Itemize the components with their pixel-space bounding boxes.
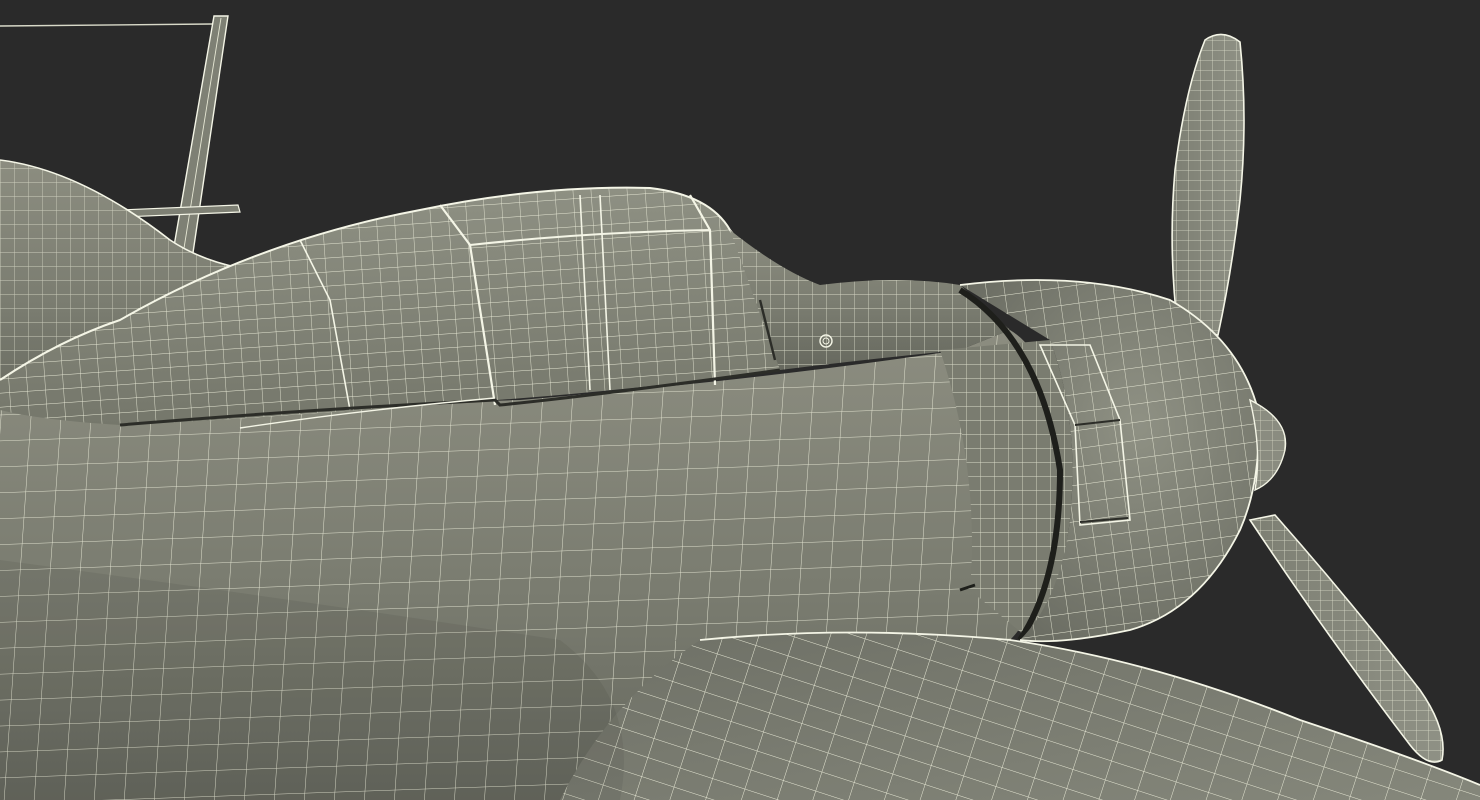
wireframe-render: [0, 0, 1480, 800]
render-viewport: [0, 0, 1480, 800]
